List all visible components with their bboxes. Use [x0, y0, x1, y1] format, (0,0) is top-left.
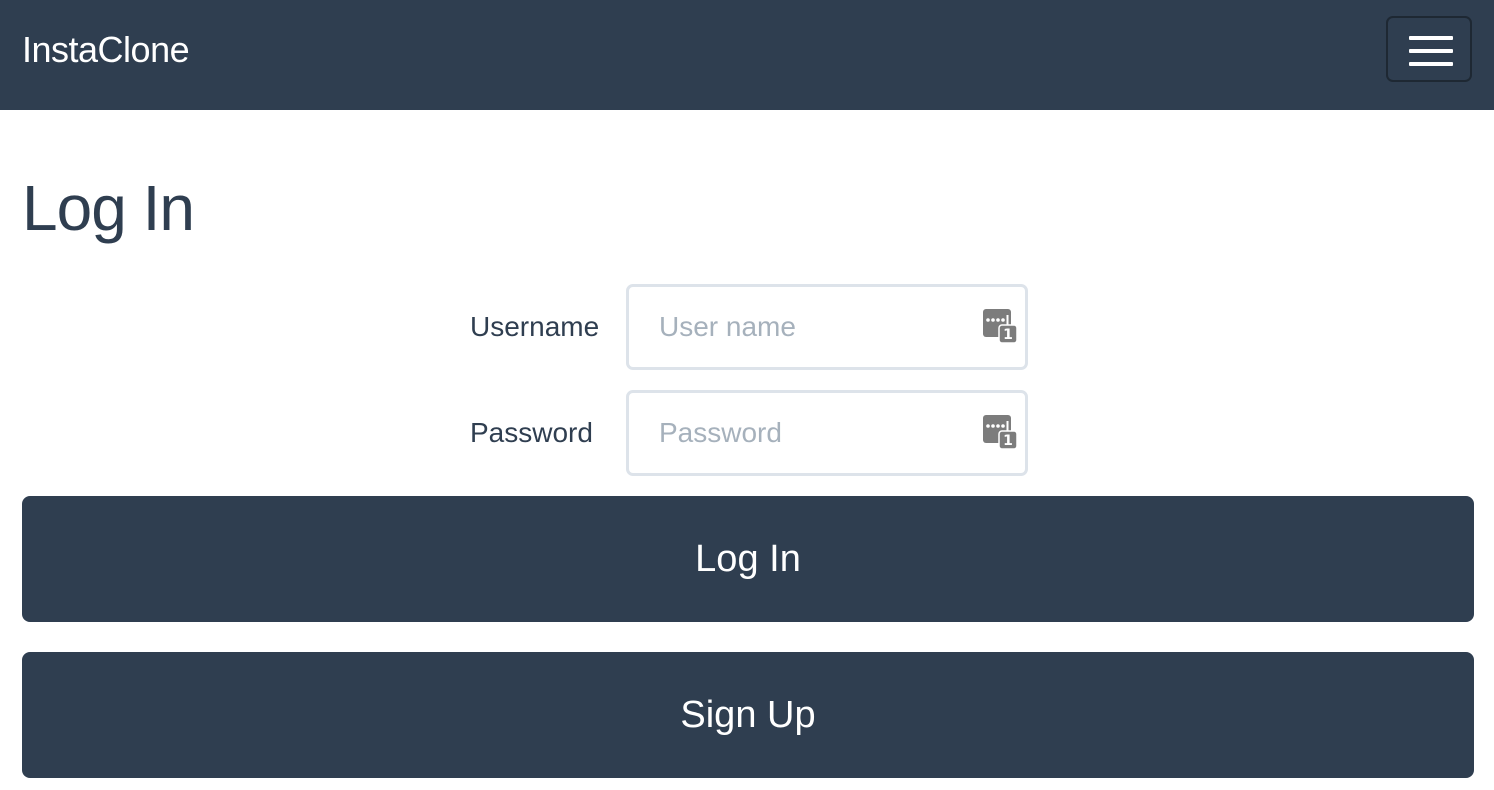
username-field[interactable]: 1	[626, 284, 1028, 370]
menu-toggle-button[interactable]	[1386, 16, 1472, 82]
password-field[interactable]: 1	[626, 390, 1028, 476]
svg-text:1: 1	[1003, 327, 1013, 343]
hamburger-menu-icon-bar	[1409, 49, 1453, 53]
page-title: Log In	[22, 172, 195, 244]
svg-text:1: 1	[1003, 433, 1013, 449]
username-input[interactable]	[659, 287, 969, 367]
login-button[interactable]: Log In	[22, 496, 1474, 622]
hamburger-menu-icon-bar	[1409, 62, 1453, 66]
brand-logo-text[interactable]: InstaClone	[22, 26, 190, 74]
signup-button[interactable]: Sign Up	[22, 652, 1474, 778]
hamburger-menu-icon	[1409, 36, 1453, 40]
password-input[interactable]	[659, 393, 969, 473]
password-manager-key-icon[interactable]: 1	[983, 415, 1017, 449]
top-navbar: InstaClone	[0, 0, 1494, 110]
password-label: Password	[470, 417, 593, 448]
password-manager-key-icon[interactable]: 1	[983, 309, 1017, 343]
username-label: Username	[470, 311, 600, 342]
